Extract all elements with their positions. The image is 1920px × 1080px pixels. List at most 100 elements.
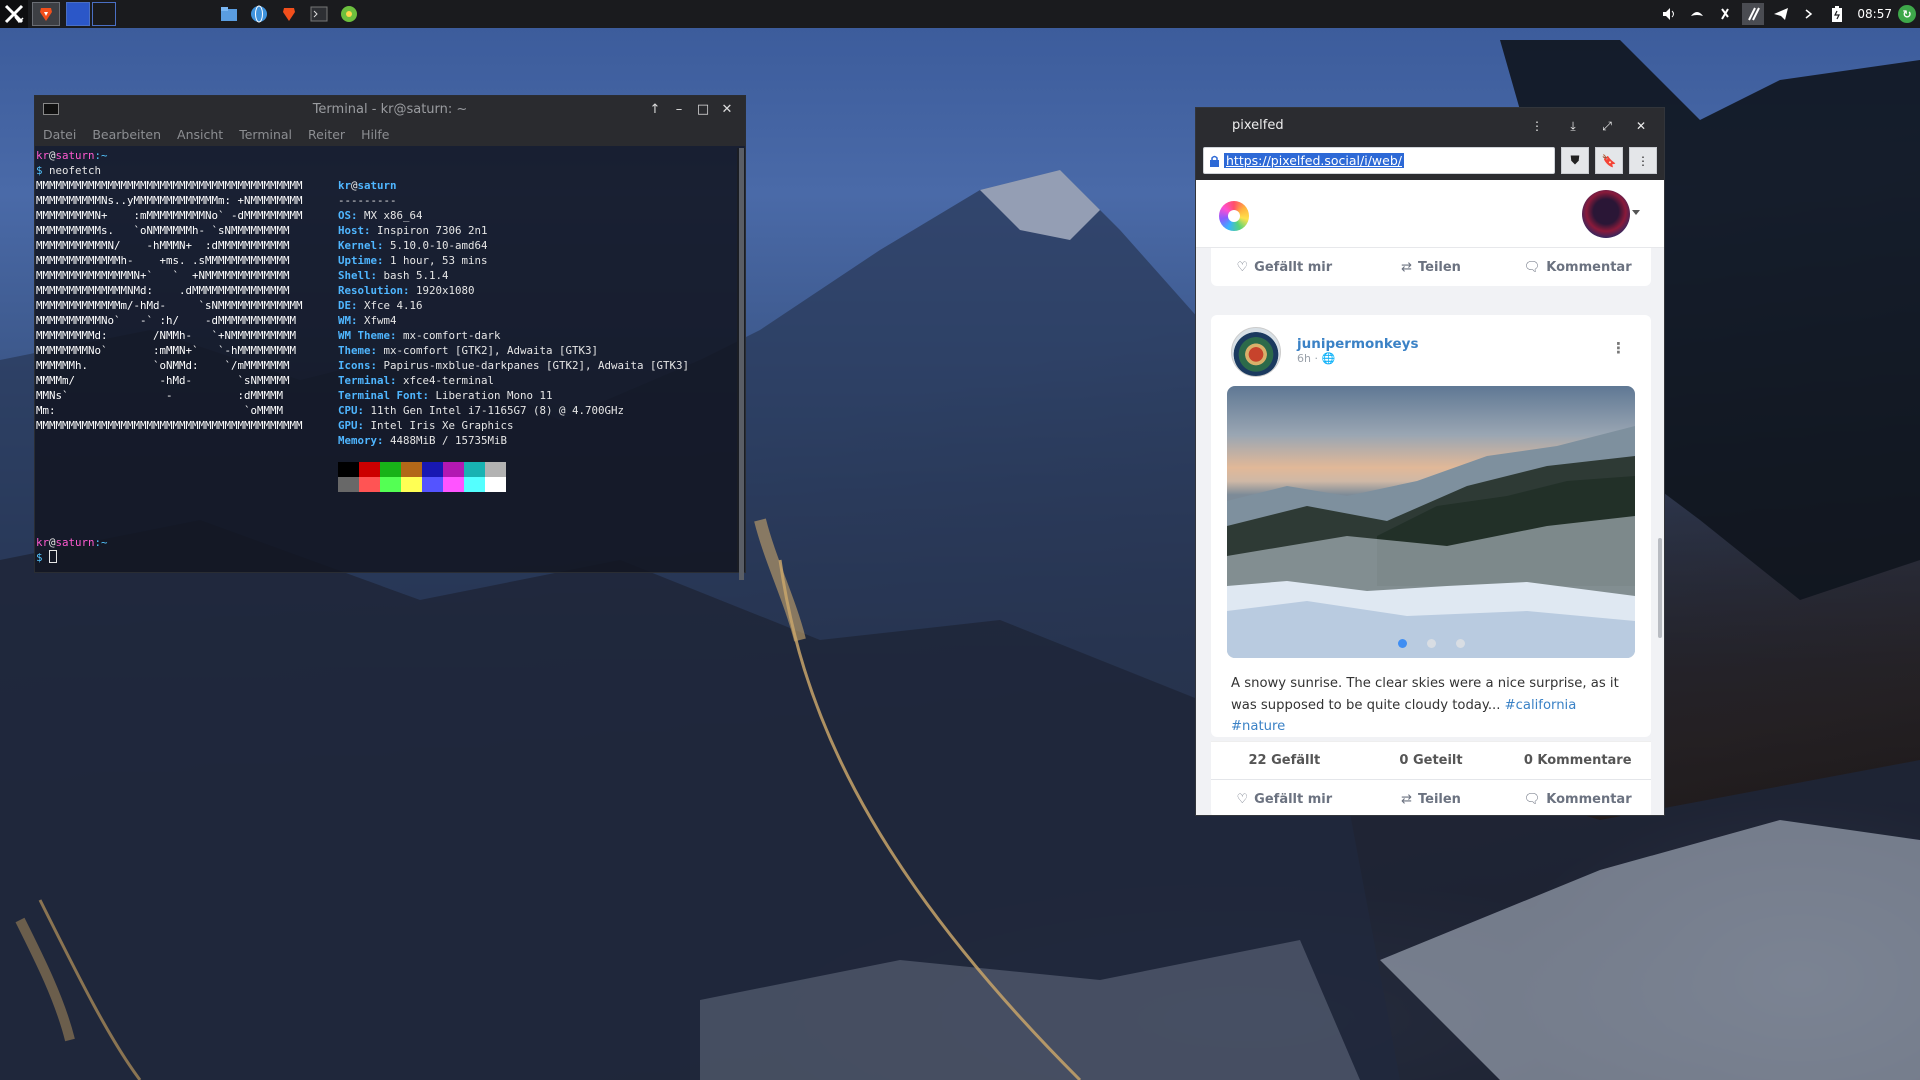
- menu-hilfe[interactable]: Hilfe: [361, 127, 389, 142]
- bookmark-button[interactable]: 🔖: [1595, 147, 1623, 174]
- launcher-terminal[interactable]: [308, 3, 330, 25]
- fullscreen-button[interactable]: ⤢: [1596, 115, 1618, 137]
- clock[interactable]: 08:57: [1857, 7, 1892, 21]
- download-button[interactable]: ⤓: [1562, 115, 1584, 137]
- workspace-1[interactable]: [66, 2, 90, 26]
- post-options-button[interactable]: ⋮: [1611, 339, 1626, 357]
- bluetooth-icon[interactable]: [1686, 3, 1708, 25]
- ascii-line: MMMMMMh. `oNMMd: `/mMMMMMMM: [36, 359, 290, 372]
- carousel-dot-3[interactable]: [1455, 639, 1465, 648]
- expand-icon: ⤢: [1602, 118, 1612, 133]
- palette-swatch: [422, 462, 443, 477]
- share-button[interactable]: ⇄ Teilen: [1358, 792, 1505, 807]
- prev-post-actions: ♡ Gefällt mir ⇄ Teilen 🗨 Kommentar: [1211, 248, 1651, 286]
- terminal-output[interactable]: kr@saturn:~ $ neofetch MMMMMMMMMMMMMMMMM…: [35, 148, 737, 572]
- pixelfed-logo-icon[interactable]: [1219, 201, 1249, 231]
- minimize-button[interactable]: –: [667, 102, 691, 117]
- color-palette: [338, 462, 506, 492]
- profile-avatar[interactable]: [1582, 190, 1630, 238]
- terminal-titlebar[interactable]: Terminal - kr@saturn: ~ ↑ – □ ✕: [35, 96, 745, 122]
- info-row: OS: MX x86_64: [338, 209, 423, 222]
- shield-button[interactable]: ⛊: [1561, 147, 1589, 174]
- hashtag-nature[interactable]: #nature: [1231, 719, 1285, 734]
- text-cursor: [49, 550, 58, 563]
- workspace-switcher: [66, 2, 118, 26]
- input-line[interactable]: $: [36, 550, 108, 565]
- post-image[interactable]: [1227, 386, 1635, 658]
- ascii-line: MMMMMMMMMMMMMh- +ms. .sMMMMMMMMMMMMM: [36, 254, 290, 267]
- like-button[interactable]: ♡ Gefällt mir: [1211, 792, 1358, 807]
- comment-icon: 🗨: [1523, 791, 1541, 807]
- shares-count[interactable]: 0 Geteilt: [1358, 753, 1505, 768]
- repeat-icon: ⇄: [1401, 791, 1412, 807]
- carousel-dots: [1227, 639, 1635, 648]
- clipboard-icon[interactable]: [1714, 3, 1736, 25]
- launcher-brave[interactable]: [278, 3, 300, 25]
- info-row: Terminal Font: Liberation Mono 11: [338, 389, 553, 402]
- menu-ansicht[interactable]: Ansicht: [177, 127, 223, 142]
- carousel-dot-1[interactable]: [1397, 639, 1407, 648]
- shield-icon: ⛊: [1570, 153, 1580, 167]
- ascii-line: MMMMMMMMMMNs..yMMMMMMMMMMMMMm: +NMMMMMMM…: [36, 194, 303, 207]
- ascii-line: MMMMMMMMMMMMMm/-hMd- `sNMMMMMMMMMMMMM: [36, 299, 303, 312]
- workspace-2[interactable]: [92, 2, 116, 26]
- likes-count[interactable]: 22 Gefällt: [1211, 753, 1358, 768]
- pixelfed-titlebar[interactable]: pixelfed ⋮ ⤓ ⤢ ✕: [1196, 108, 1664, 142]
- comment-button[interactable]: 🗨 Kommentar: [1504, 792, 1651, 807]
- app-menu-button[interactable]: ⋮: [1526, 115, 1548, 137]
- neofetch-info: kr@saturn --------- OS: MX x86_64 Host: I…: [338, 179, 690, 447]
- comment-button[interactable]: 🗨 Kommentar: [1504, 260, 1651, 275]
- palette-swatch: [380, 477, 401, 492]
- brave-icon: [283, 8, 295, 21]
- launcher-browser[interactable]: [248, 3, 270, 25]
- comments-count[interactable]: 0 Kommentare: [1504, 753, 1651, 768]
- palette-swatch: [422, 477, 443, 492]
- info-row: Terminal: xfce4-terminal: [338, 374, 495, 387]
- whisker-menu-button[interactable]: [0, 0, 28, 28]
- menu-reiter[interactable]: Reiter: [308, 127, 345, 142]
- page-scrollbar[interactable]: [1658, 538, 1662, 638]
- battery-icon[interactable]: [1826, 3, 1848, 25]
- download-icon: ⤓: [1570, 118, 1576, 133]
- post-author-avatar[interactable]: [1231, 327, 1281, 377]
- telegram-icon[interactable]: [1770, 3, 1792, 25]
- address-bar-area: https://pixelfed.social/i/web/ ⛊ 🔖 ⋮: [1196, 142, 1664, 180]
- carousel-dot-2[interactable]: [1426, 639, 1436, 648]
- taskbar-brave-window[interactable]: [32, 2, 60, 26]
- hashtag-california[interactable]: #california: [1505, 698, 1577, 713]
- menu-terminal[interactable]: Terminal: [239, 127, 292, 142]
- power-manager-icon[interactable]: [1742, 3, 1765, 25]
- file-manager-icon: [221, 7, 237, 21]
- palette-swatch: [464, 462, 485, 477]
- terminal-scrollbar[interactable]: [737, 148, 745, 580]
- chevron-right-icon[interactable]: [1798, 3, 1820, 25]
- terminal-icon: [310, 6, 328, 22]
- menu-bearbeiten[interactable]: Bearbeiten: [92, 127, 161, 142]
- menu-datei[interactable]: Datei: [43, 127, 76, 142]
- ascii-line: Mm: `oMMMM: [36, 404, 284, 417]
- pixelfed-page: ♡ Gefällt mir ⇄ Teilen 🗨 Kommentar juniperm…: [1196, 180, 1664, 815]
- updater-icon[interactable]: ↻: [1898, 5, 1916, 23]
- ascii-line: MMMMMMMMMMMMMMNMd: .dMMMMMMMMMMMMMMM: [36, 284, 290, 297]
- url-field[interactable]: https://pixelfed.social/i/web/: [1203, 147, 1555, 174]
- page-menu-button[interactable]: ⋮: [1629, 147, 1657, 174]
- repeat-icon: ⇄: [1401, 259, 1412, 275]
- bookmark-icon: 🔖: [1601, 153, 1617, 168]
- shade-window-button[interactable]: ↑: [643, 102, 667, 117]
- url-text[interactable]: https://pixelfed.social/i/web/: [1224, 153, 1404, 168]
- palette-swatch: [464, 477, 485, 492]
- like-button[interactable]: ♡ Gefällt mir: [1211, 260, 1358, 275]
- close-button[interactable]: ✕: [715, 102, 739, 117]
- terminal-title: Terminal - kr@saturn: ~: [312, 101, 468, 117]
- ascii-line: MMMMMMMMMMs. `oNMMMMMMh- `sNMMMMMMMMM: [36, 224, 290, 237]
- volume-icon[interactable]: [1658, 3, 1680, 25]
- post-username[interactable]: junipermonkeys: [1297, 336, 1419, 352]
- maximize-button[interactable]: □: [691, 102, 715, 117]
- launcher-files[interactable]: [218, 3, 240, 25]
- close-button[interactable]: ✕: [1630, 115, 1652, 137]
- ascii-line: MMNs` - :dMMMMM: [36, 389, 284, 402]
- share-button[interactable]: ⇄ Teilen: [1358, 260, 1505, 275]
- caret-down-icon[interactable]: [1632, 210, 1640, 215]
- info-row: Host: Inspiron 7306 2n1: [338, 224, 488, 237]
- launcher-green-app[interactable]: [338, 3, 360, 25]
